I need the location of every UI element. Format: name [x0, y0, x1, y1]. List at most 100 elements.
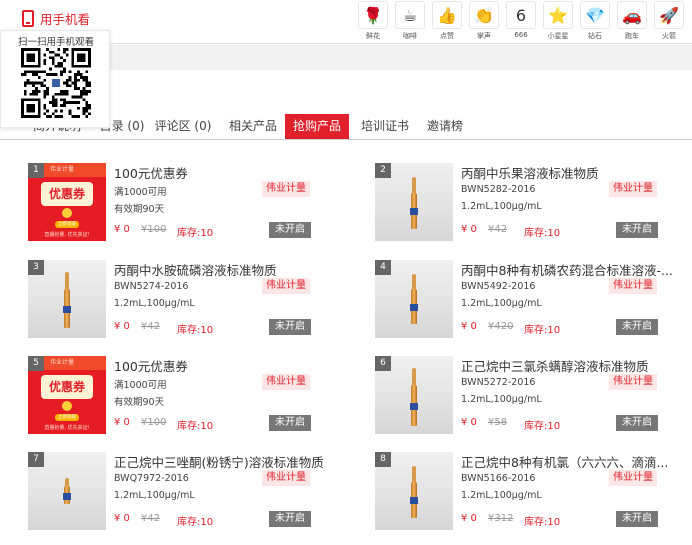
original-price: ¥312: [488, 513, 514, 524]
not-started-button[interactable]: 未开启: [616, 319, 658, 335]
gift-item[interactable]: 👏 掌声: [466, 0, 502, 44]
not-started-button[interactable]: 未开启: [269, 415, 311, 431]
thumbs-up-icon: 👍: [432, 1, 462, 29]
qr-code-popup: 扫一扫用手机观看: [0, 30, 110, 128]
coupon-image[interactable]: 伟业计量 优惠券 立即领取 直播抢量, 优先获证! 5: [28, 356, 106, 434]
product-spec-line: 1.2mL,100μg/mL: [461, 201, 542, 212]
not-started-button[interactable]: 未开启: [616, 511, 658, 527]
not-started-button[interactable]: 未开启: [269, 319, 311, 335]
product-spec-line: 满1000可用: [114, 380, 167, 391]
coffee-icon: ☕: [395, 1, 425, 29]
product-card[interactable]: 6 正己烷中三氯杀螨醇溶液标准物质 BWN5272-2016 1.2mL,100μg/…: [375, 356, 692, 436]
product-card[interactable]: 4 丙酮中8种有机磷农药混合标准溶液-... BWN5492-2016 1.2mL,1…: [375, 260, 692, 340]
original-price: ¥100: [141, 224, 167, 235]
product-spec-line: 1.2mL,100μg/mL: [461, 490, 542, 501]
coupon-footer-text: 直播抢量, 优先获证!: [44, 232, 90, 238]
brand-tag: 伟业计量: [262, 181, 310, 197]
vial-label-band: [63, 306, 71, 313]
gift-label: 跑车: [625, 32, 639, 40]
sale-price: ¥ 0: [114, 224, 130, 235]
original-price: ¥42: [141, 321, 161, 332]
tab-invite-rank[interactable]: 邀请榜: [423, 114, 467, 140]
vial-image[interactable]: 6: [375, 356, 453, 434]
brand-tag: 伟业计量: [609, 278, 657, 294]
product-spec-line: 有效期90天: [114, 397, 165, 408]
stock-count: 库存:10: [524, 517, 561, 528]
coin-icon: [62, 208, 72, 218]
coupon-tag-text: 优惠券: [41, 182, 93, 206]
sale-price: ¥ 0: [461, 417, 477, 428]
tab-flash-sale[interactable]: 抢购产品: [285, 114, 349, 139]
product-card[interactable]: 2 丙酮中乐果溶液标准物质 BWN5282-2016 1.2mL,100μg/mL 伟业…: [375, 163, 692, 243]
coupon-claim-button: 立即领取: [55, 414, 79, 421]
not-started-button[interactable]: 未开启: [616, 415, 658, 431]
original-price: ¥58: [488, 417, 508, 428]
little-star-icon: ⭐: [543, 1, 573, 29]
qr-code-image: [21, 48, 91, 118]
gift-label: 火箭: [662, 32, 676, 40]
coupon-footer-text: 直播抢量, 优先获证!: [44, 425, 90, 431]
gift-item[interactable]: ☕ 咖啡: [392, 0, 428, 44]
brand-tag: 伟业计量: [262, 278, 310, 294]
gift-item[interactable]: ⭐ 小星星: [540, 0, 576, 44]
not-started-button[interactable]: 未开启: [269, 511, 311, 527]
vial-image[interactable]: 4: [375, 260, 453, 338]
coupon-claim-button: 立即领取: [55, 221, 79, 228]
vial-image[interactable]: 8: [375, 452, 453, 530]
gift-label: 咖啡: [403, 32, 417, 40]
vial-label-band: [410, 304, 418, 311]
brand-tag: 伟业计量: [609, 374, 657, 390]
coupon-image[interactable]: 伟业计量 优惠券 立即领取 直播抢量, 优先获证! 1: [28, 163, 106, 241]
product-title[interactable]: 100元优惠券: [114, 356, 354, 375]
product-title[interactable]: 正己烷中三氯杀螨醇溶液标准物质: [461, 356, 692, 375]
product-card[interactable]: 3 丙酮中水胺硫磷溶液标准物质 BWN5274-2016 1.2mL,100μg/mL…: [28, 260, 358, 340]
gift-label: 钻石: [588, 32, 602, 40]
product-title[interactable]: 正己烷中8种有机氯（六六六、滴滴...: [461, 452, 692, 471]
tab-certificate[interactable]: 培训证书: [358, 114, 412, 140]
product-title[interactable]: 丙酮中8种有机磷农药混合标准溶液-...: [461, 260, 692, 279]
tab-related[interactable]: 相关产品: [226, 114, 280, 140]
product-spec-line: 1.2mL,100μg/mL: [114, 298, 195, 309]
rank-badge: 2: [375, 163, 391, 178]
gift-item[interactable]: 🚗 跑车: [614, 0, 650, 44]
gift-item[interactable]: 🌹 鲜花: [355, 0, 391, 44]
not-started-button[interactable]: 未开启: [269, 222, 311, 238]
original-price: ¥42: [488, 224, 508, 235]
not-started-button[interactable]: 未开启: [616, 222, 658, 238]
vial-image[interactable]: 3: [28, 260, 106, 338]
rank-badge: 3: [28, 260, 44, 275]
gift-label: 点赞: [440, 32, 454, 40]
tab-comments[interactable]: 评论区 (0): [154, 114, 212, 140]
product-spec-line: BWN5274-2016: [114, 281, 189, 292]
mobile-phone-icon: [22, 9, 34, 27]
watch-on-mobile-link[interactable]: 用手机看: [22, 9, 90, 27]
product-spec-line: 1.2mL,100μg/mL: [461, 394, 542, 405]
product-spec-line: BWQ7972-2016: [114, 473, 189, 484]
brand-tag: 伟业计量: [609, 470, 657, 486]
product-card[interactable]: 8 正己烷中8种有机氯（六六六、滴滴... BWN5166-2016 1.2mL,10…: [375, 452, 692, 532]
product-card[interactable]: 伟业计量 优惠券 立即领取 直播抢量, 优先获证! 1 100元优惠券 满1000可用 有效期…: [28, 163, 358, 243]
original-price: ¥100: [141, 417, 167, 428]
gift-label: 666: [514, 31, 528, 39]
gift-item[interactable]: 👍 点赞: [429, 0, 465, 44]
product-title[interactable]: 正己烷中三唑酮(粉锈宁)溶液标准物质: [114, 452, 354, 471]
rose-icon: 🌹: [358, 1, 388, 29]
brand-tag: 伟业计量: [262, 470, 310, 486]
vial-image[interactable]: 2: [375, 163, 453, 241]
gift-item[interactable]: 💎 钻石: [577, 0, 613, 44]
product-title[interactable]: 丙酮中乐果溶液标准物质: [461, 163, 692, 182]
vial-image[interactable]: 7: [28, 452, 106, 530]
sale-price: ¥ 0: [461, 224, 477, 235]
original-price: ¥42: [141, 513, 161, 524]
sports-car-icon: 🚗: [617, 1, 647, 29]
gift-item[interactable]: 6 666: [503, 0, 539, 44]
coin-icon: [62, 401, 72, 411]
product-card[interactable]: 7 正己烷中三唑酮(粉锈宁)溶液标准物质 BWQ7972-2016 1.2mL,100…: [28, 452, 358, 532]
brand-tag: 伟业计量: [609, 181, 657, 197]
watch-on-mobile-label: 用手机看: [40, 11, 91, 27]
product-title[interactable]: 丙酮中水胺硫磷溶液标准物质: [114, 260, 354, 279]
product-card[interactable]: 伟业计量 优惠券 立即领取 直播抢量, 优先获证! 5 100元优惠券 满1000可用 有效期…: [28, 356, 358, 436]
stock-count: 库存:10: [177, 421, 214, 432]
gift-item[interactable]: 🚀 火箭: [651, 0, 687, 44]
product-title[interactable]: 100元优惠券: [114, 163, 354, 182]
